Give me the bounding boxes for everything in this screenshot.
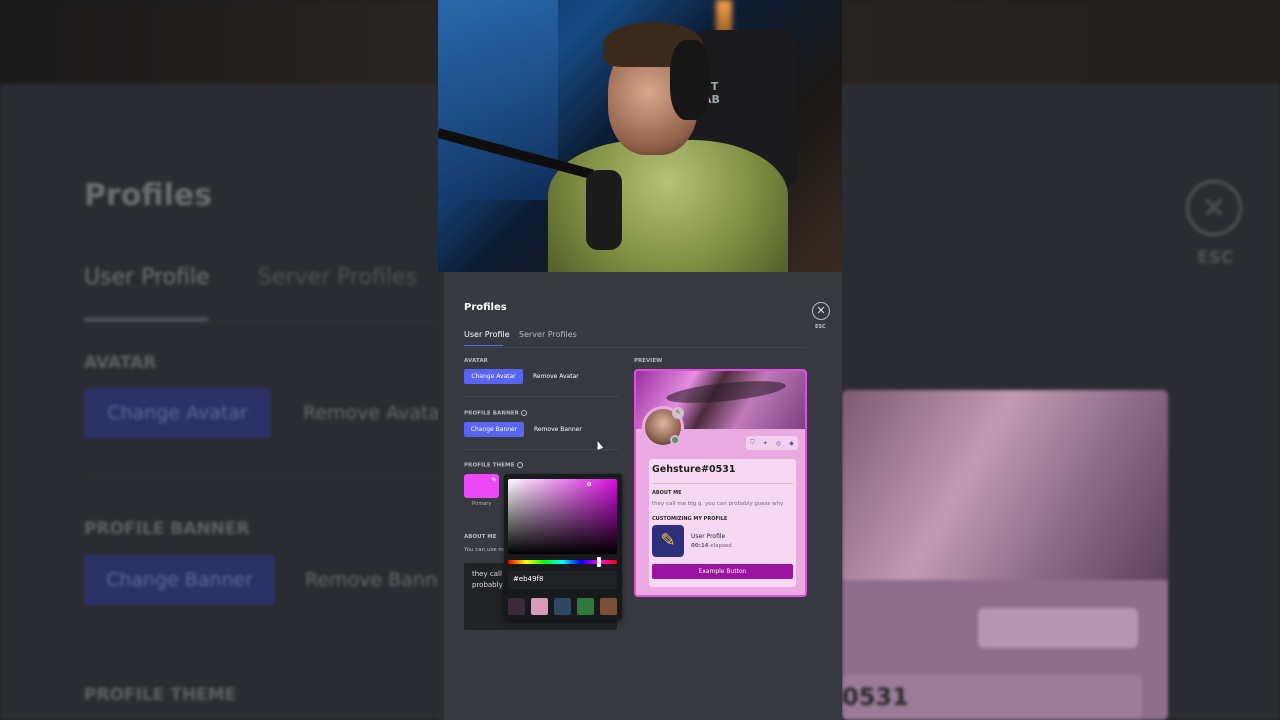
- preview-about-text: they call me big g. you can probably gue…: [652, 501, 784, 507]
- webcam-video: ST AB: [438, 0, 842, 272]
- remove-banner-button[interactable]: Remove Banner: [534, 426, 582, 433]
- change-banner-button[interactable]: Change Banner: [464, 422, 524, 437]
- video-headphones: [670, 40, 710, 120]
- bg-card-banner: [842, 390, 1168, 580]
- section-divider: [464, 449, 619, 450]
- preset-color-swatch[interactable]: [554, 598, 571, 615]
- gem-badge-icon: ◆: [789, 439, 794, 447]
- avatar-section-label: AVATAR: [464, 358, 489, 364]
- tab-server-profiles[interactable]: Server Profiles: [519, 330, 577, 339]
- preset-color-swatch[interactable]: [508, 598, 525, 615]
- activity-elapsed: 00:14 elapsed: [691, 543, 732, 549]
- page-title: Profiles: [464, 302, 507, 313]
- bg-divider: [84, 475, 444, 476]
- about-me-hint: You can use m: [464, 547, 504, 553]
- elapsed-time: 00:14: [691, 543, 709, 549]
- primary-color-label: Primary: [472, 501, 492, 507]
- ring-badge-icon: ◎: [775, 439, 782, 447]
- nitro-icon: [520, 410, 527, 416]
- color-picker-popover: #eb49f8: [504, 474, 622, 620]
- screen: Profiles User Profile Server Profiles AV…: [0, 0, 1280, 720]
- video-window-light: [438, 0, 558, 200]
- online-status-icon: [670, 435, 680, 445]
- preview-activity-label: CUSTOMIZING MY PROFILE: [652, 516, 728, 522]
- active-tab-indicator: [464, 345, 503, 346]
- close-icon[interactable]: ✕: [812, 302, 830, 320]
- profiles-settings-panel: Profiles ✕ ESC User Profile Server Profi…: [438, 272, 842, 720]
- elapsed-word: elapsed: [710, 543, 732, 549]
- hue-slider-handle[interactable]: [597, 557, 601, 567]
- bg-tab-user-profile: User Profile: [84, 265, 210, 290]
- preview-about-label: ABOUT ME: [652, 490, 682, 496]
- profile-badges: ⛉ ✦ ◎ ◆: [746, 436, 798, 450]
- bg-tab-server-profiles: Server Profiles: [258, 265, 418, 290]
- bg-change-banner-button: Change Banner: [84, 555, 275, 605]
- paintbrush-icon: ✎: [652, 525, 684, 557]
- bg-card-badges: [978, 608, 1138, 648]
- profile-card-body: Gehsture#0531 ABOUT ME they call me big …: [649, 459, 796, 587]
- theme-section-label: PROFILE THEME: [464, 462, 523, 469]
- video-microphone: [586, 170, 622, 250]
- esc-label: ESC: [815, 324, 826, 330]
- bg-divider: [84, 322, 444, 323]
- bg-remove-avatar-link: Remove Avatar: [303, 402, 448, 424]
- bg-card-username: 0531: [842, 675, 1142, 720]
- activity-name: User Profile: [691, 533, 726, 540]
- bg-esc-label: ESC: [1197, 248, 1234, 268]
- preset-color-swatch[interactable]: [577, 598, 594, 615]
- example-button[interactable]: Example Button: [652, 564, 793, 579]
- nitro-badge-icon: ⛉: [750, 439, 755, 446]
- bg-banner-label: PROFILE BANNER: [84, 519, 250, 539]
- avatar-decoration-icon: ✎: [672, 407, 684, 419]
- bg-avatar-label: AVATAR: [84, 353, 157, 373]
- banner-section-label-text: PROFILE BANNER: [464, 410, 519, 417]
- preset-color-swatch[interactable]: [531, 598, 548, 615]
- eyedropper-icon: ✎: [491, 476, 497, 484]
- nitro-icon: [516, 462, 523, 468]
- preview-username: Gehsture#0531: [652, 464, 736, 475]
- hex-input[interactable]: #eb49f8: [508, 571, 617, 589]
- bg-change-avatar-button: Change Avatar: [84, 388, 271, 438]
- preset-color-swatch[interactable]: [600, 598, 617, 615]
- section-divider: [464, 396, 619, 397]
- banner-smear: [665, 376, 787, 408]
- preview-label: PREVIEW: [634, 358, 663, 364]
- bg-profile-card: 0531: [842, 390, 1168, 720]
- saturation-value-area[interactable]: [508, 479, 617, 554]
- profile-preview-card: ✎ ⛉ ✦ ◎ ◆ Gehsture#0531 ABOUT ME they ca…: [634, 369, 807, 597]
- bg-close-icon: ✕: [1186, 180, 1242, 236]
- theme-section-label-text: PROFILE THEME: [464, 462, 515, 469]
- change-avatar-button[interactable]: Change Avatar: [464, 369, 523, 384]
- tab-user-profile[interactable]: User Profile: [464, 330, 510, 339]
- card-divider: [652, 483, 793, 484]
- bg-remove-banner-link: Remove Banner: [305, 569, 457, 591]
- saturation-handle[interactable]: [587, 482, 591, 486]
- bg-tab-underline: [84, 318, 208, 321]
- panel-left-strip: [438, 272, 444, 720]
- tab-divider: [464, 347, 806, 348]
- about-me-label: ABOUT ME: [464, 534, 497, 540]
- bg-theme-label: PROFILE THEME: [84, 685, 237, 705]
- remove-avatar-button[interactable]: Remove Avatar: [533, 373, 579, 380]
- banner-section-label: PROFILE BANNER: [464, 410, 527, 417]
- video-person-shirt: [548, 140, 788, 272]
- primary-color-swatch[interactable]: ✎: [464, 474, 499, 498]
- boost-badge-icon: ✦: [762, 439, 768, 447]
- bg-page-title: Profiles: [84, 178, 213, 213]
